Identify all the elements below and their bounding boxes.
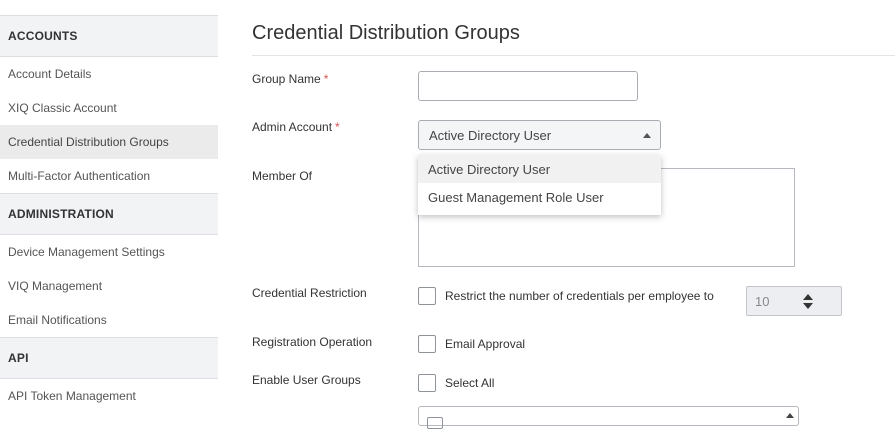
restrict-credentials-checkbox[interactable] [418, 287, 436, 305]
group-name-label-text: Group Name [252, 72, 321, 86]
stepper-arrows-icon[interactable] [803, 294, 813, 310]
email-approval-checkbox[interactable] [418, 335, 436, 353]
section-header-administration: ADMINISTRATION [0, 193, 218, 235]
page-title: Credential Distribution Groups [252, 22, 520, 44]
member-of-label: Member Of [252, 169, 313, 183]
caret-up-icon [643, 133, 651, 138]
option-guest-management-role-user[interactable]: Guest Management Role User [418, 183, 661, 211]
arrow-up-icon[interactable] [803, 294, 813, 300]
admin-account-label-text: Admin Account [252, 120, 333, 134]
sidebar-item-device-management-settings[interactable]: Device Management Settings [0, 235, 218, 269]
option-active-directory-user[interactable]: Active Directory User [418, 155, 661, 183]
section-header-accounts: ACCOUNTS [0, 15, 218, 57]
select-all-label: Select All [445, 376, 495, 390]
sidebar: ACCOUNTS Account Details XIQ Classic Acc… [0, 0, 218, 420]
scroll-up-icon[interactable] [786, 413, 794, 418]
sidebar-item-multi-factor-authentication[interactable]: Multi-Factor Authentication [0, 159, 218, 193]
group-name-label: Group Name * [252, 72, 328, 86]
enable-user-groups-label: Enable User Groups [252, 373, 361, 387]
group-name-input[interactable] [418, 71, 638, 101]
required-mark: * [335, 120, 340, 134]
email-approval-label: Email Approval [445, 337, 526, 351]
credential-count-value: 10 [755, 293, 770, 309]
credential-count-stepper[interactable]: 10 [746, 286, 842, 316]
credential-restriction-label: Credential Restriction [252, 286, 367, 300]
admin-account-select[interactable]: Active Directory User [418, 120, 661, 150]
admin-account-selected-value: Active Directory User [429, 127, 552, 143]
user-group-checkbox[interactable] [427, 417, 443, 429]
admin-account-label: Admin Account * [252, 120, 340, 134]
sidebar-item-api-token-management[interactable]: API Token Management [0, 379, 218, 413]
arrow-down-icon[interactable] [803, 303, 813, 309]
sidebar-item-credential-distribution-groups[interactable]: Credential Distribution Groups [0, 125, 218, 159]
restrict-credentials-label: Restrict the number of credentials per e… [445, 289, 714, 303]
title-divider [252, 55, 895, 56]
select-all-checkbox[interactable] [418, 374, 436, 392]
user-groups-list[interactable] [418, 406, 799, 429]
sidebar-item-email-notifications[interactable]: Email Notifications [0, 303, 218, 337]
section-header-api: API [0, 337, 218, 379]
sidebar-item-account-details[interactable]: Account Details [0, 57, 218, 91]
sidebar-item-xiq-classic-account[interactable]: XIQ Classic Account [0, 91, 218, 125]
registration-operation-label: Registration Operation [252, 335, 373, 349]
admin-account-dropdown: Active Directory User Guest Management R… [418, 155, 661, 215]
required-mark: * [323, 72, 329, 86]
sidebar-item-viq-management[interactable]: VIQ Management [0, 269, 218, 303]
